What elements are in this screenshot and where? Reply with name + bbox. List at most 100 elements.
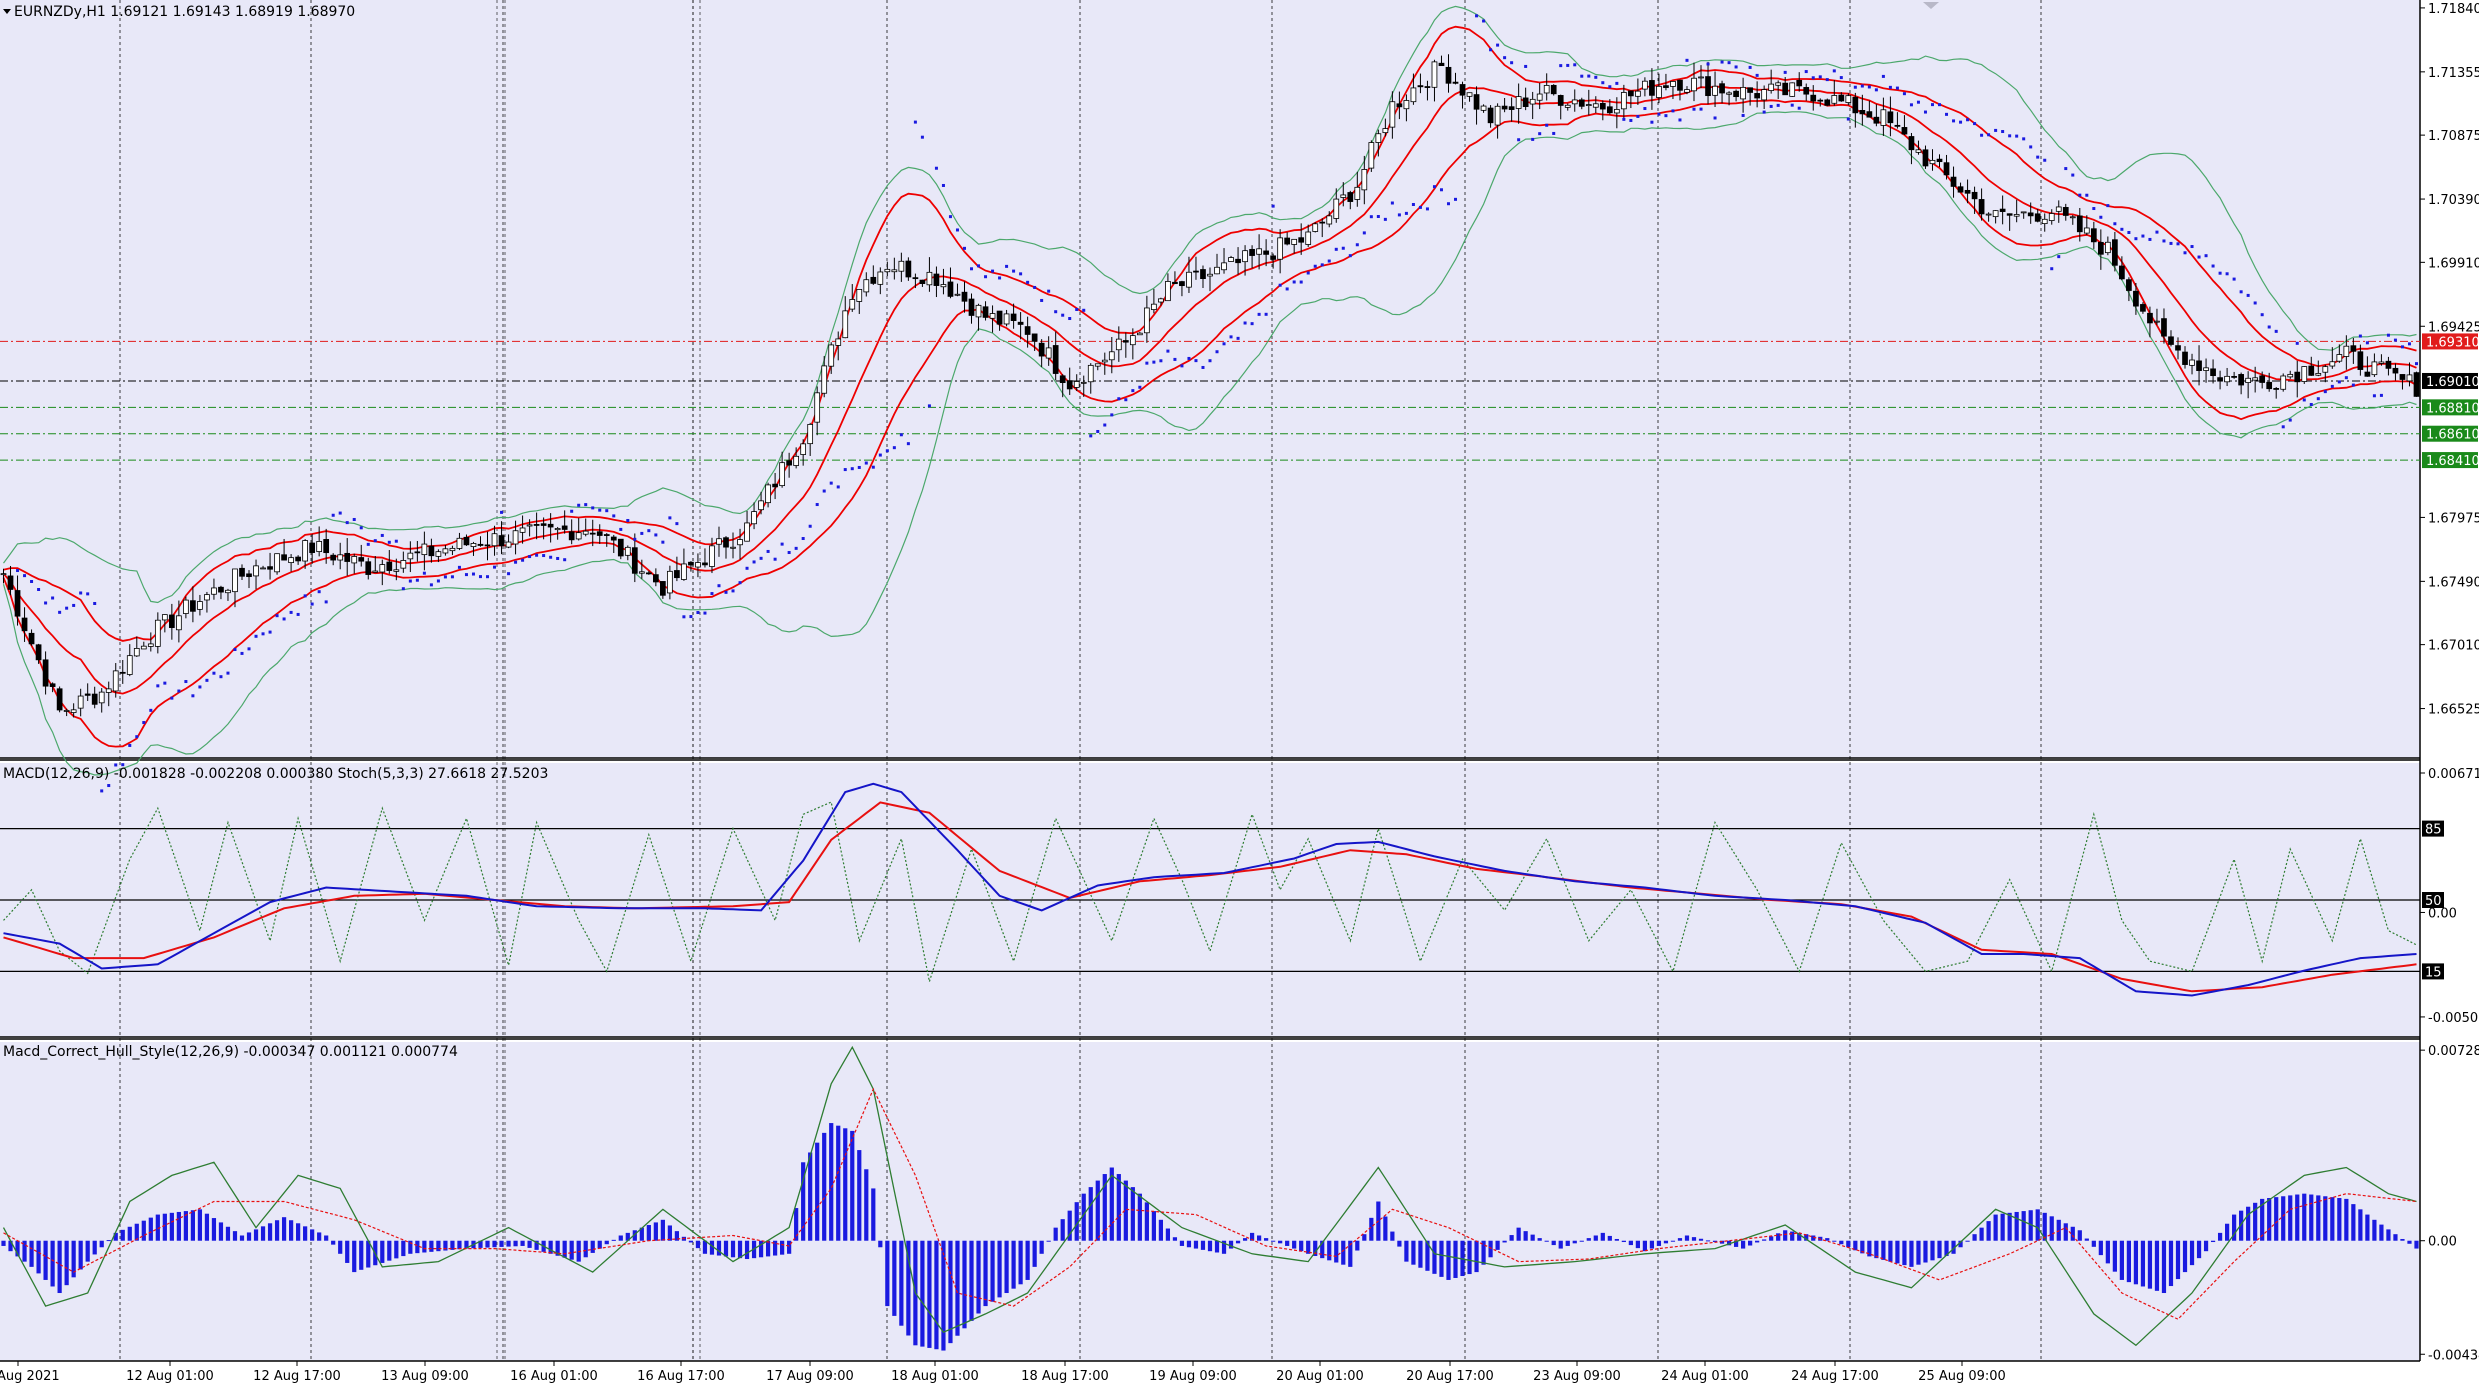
candle-body [1319, 221, 1326, 224]
candle-body [1936, 158, 1943, 163]
histogram-bar [317, 1232, 322, 1241]
sar-dot [977, 264, 981, 268]
candle-body [302, 540, 308, 562]
candle-body [1389, 101, 1396, 128]
sar-dot [247, 647, 251, 651]
histogram-bar [338, 1240, 343, 1254]
time-tick-label: 18 Aug 17:00 [1021, 1369, 1109, 1384]
sar-dot [1902, 92, 1906, 96]
sar-dot [1194, 359, 1198, 363]
sar-dot [1082, 308, 1086, 312]
candle-body [2259, 375, 2266, 383]
sar-dot [352, 517, 356, 521]
candle-body [919, 279, 926, 284]
histogram-bar [1186, 1240, 1192, 1248]
sar-dot [2232, 277, 2236, 281]
histogram-bar [1285, 1240, 1290, 1246]
candle-body [2357, 351, 2364, 370]
candle-body [730, 546, 736, 549]
candle-body [589, 532, 596, 535]
sar-dot [1727, 61, 1731, 65]
candle-body [491, 533, 498, 547]
candle-body [2112, 239, 2118, 266]
candle-body [421, 543, 428, 556]
histogram-bar [303, 1226, 308, 1241]
candle-body [365, 561, 372, 575]
histogram-bar [1600, 1232, 1605, 1241]
candle-body [1922, 149, 1929, 167]
sar-dot [310, 602, 314, 606]
sar-dot [1257, 312, 1261, 316]
candle-body [2210, 368, 2216, 377]
sar-dot [1909, 103, 1913, 107]
histogram-bar [2337, 1198, 2342, 1241]
sar-dot [324, 600, 328, 604]
candle-body [42, 659, 49, 687]
sar-dot [457, 565, 461, 569]
candle-body [1445, 66, 1452, 84]
sar-dot [1236, 336, 1240, 340]
candle-body [1943, 162, 1950, 176]
candle-body [1915, 149, 1922, 153]
sar-dot [443, 575, 447, 579]
candle-body [1200, 269, 1206, 280]
time-tick-label: 13 Aug 09:00 [381, 1369, 469, 1384]
candle-body [1221, 262, 1227, 271]
candle-body [1298, 237, 1305, 243]
sar-dot [2281, 425, 2285, 429]
sar-dot [2365, 341, 2369, 345]
candle-body [484, 544, 491, 547]
candle-body [1536, 93, 1543, 101]
sar-dot [2386, 333, 2390, 337]
sar-dot [1054, 310, 1058, 314]
sar-dot [1327, 259, 1331, 263]
histogram-bar [1832, 1240, 1837, 1242]
candle-body [1887, 111, 1894, 124]
candle-body [912, 277, 919, 280]
histogram-bar [688, 1240, 694, 1243]
histogram-bar [148, 1217, 153, 1241]
sar-dot [366, 542, 370, 546]
candle-body [638, 571, 645, 574]
sar-dot [1678, 118, 1682, 122]
sar-dot [275, 614, 279, 618]
sar-dot [934, 166, 938, 170]
sar-dot [2295, 341, 2299, 345]
histogram-bar [2295, 1194, 2300, 1241]
histogram-bar [1355, 1240, 1360, 1251]
histogram-bar [808, 1152, 813, 1241]
sar-dot [1446, 202, 1450, 206]
histogram-bar [2358, 1209, 2363, 1241]
sar-dot [871, 465, 875, 469]
histogram-bar [969, 1240, 974, 1321]
histogram-bar [2147, 1240, 2153, 1289]
price-tick-label: 1.71355 [2428, 66, 2479, 81]
sar-dot [149, 708, 153, 712]
histogram-bar [387, 1240, 392, 1261]
sar-dot [528, 555, 532, 559]
sar-dot [1713, 116, 1717, 120]
sar-dot [1818, 75, 1822, 79]
trading-chart[interactable]: 11 Aug 2021 12 Aug 01:00 12 Aug 17:00 13 Au… [0, 0, 2479, 1388]
sar-dot [1243, 321, 1247, 325]
candle-body [2266, 381, 2273, 390]
candle-body [786, 460, 792, 466]
time-tick-label: 12 Aug 01:00 [126, 1369, 214, 1384]
histogram-bar [29, 1240, 34, 1267]
sar-dot [556, 556, 560, 560]
hull-macd-title: Macd_Correct_Hull_Style(12,26,9) -0.0003… [3, 1044, 458, 1060]
panel-1-background [0, 0, 2420, 758]
candle-body [1789, 82, 1796, 97]
candle-body [849, 299, 856, 310]
sar-dot [2029, 145, 2033, 149]
sar-dot [647, 529, 651, 533]
sar-dot [962, 246, 966, 250]
candle-body [1754, 93, 1760, 99]
histogram-bar [225, 1226, 231, 1241]
candle-body [891, 269, 898, 273]
sar-dot [1811, 76, 1815, 80]
sar-dot [1110, 413, 1114, 417]
candle-body [1782, 82, 1789, 96]
histogram-bar [1271, 1240, 1276, 1242]
candle-body [1894, 124, 1901, 127]
